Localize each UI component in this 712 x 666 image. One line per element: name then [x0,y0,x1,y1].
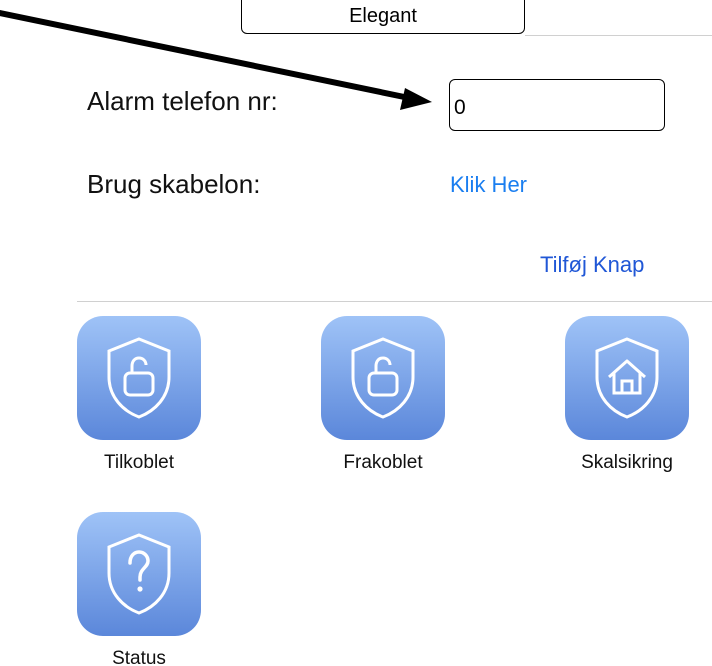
shield-question-icon [107,533,171,615]
phone-label: Alarm telefon nr: [87,86,278,116]
tile-status[interactable]: Status [69,512,209,666]
tile-label: Frakoblet [343,452,423,473]
tile-icon-box [77,512,201,636]
phone-input[interactable] [449,79,665,131]
tile-icon-box [565,316,689,440]
tile-icon-box [77,316,201,440]
app-screen: Elegant Alarm telefon nr: Brug skabelon:… [0,0,712,666]
add-button-link[interactable]: Tilføj Knap [540,252,644,278]
template-link[interactable]: Klik Her [450,172,527,198]
tile-label: Skalsikring [581,452,673,473]
shield-home-icon [595,337,659,419]
tile-label: Tilkoblet [103,452,175,473]
theme-selector-label: Elegant [349,4,417,27]
tile-tilkoblet[interactable]: Tilkoblet [69,316,209,474]
theme-selector-button[interactable]: Elegant [241,0,525,34]
tile-skalsikring[interactable]: Skalsikring [557,316,697,474]
tile-label: Status [112,648,166,666]
shield-unlock-icon [107,337,171,419]
template-label: Brug skabelon: [87,169,261,199]
tile-icon-box [321,316,445,440]
top-divider [525,35,712,36]
tile-frakoblet[interactable]: Frakoblet [313,316,453,474]
section-divider [77,301,712,302]
shield-unlock-icon [351,337,415,419]
